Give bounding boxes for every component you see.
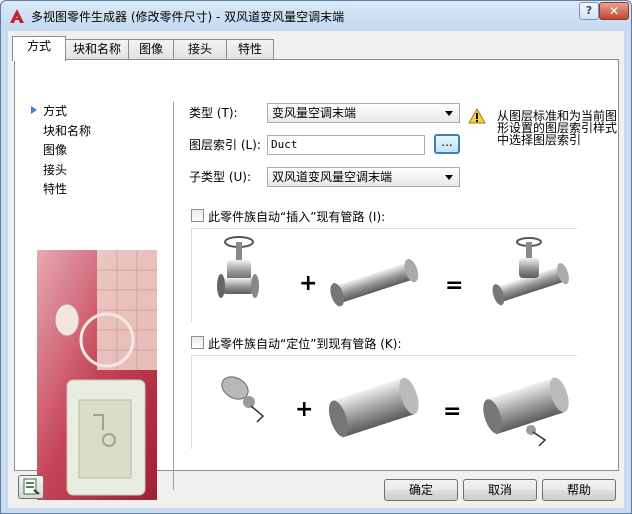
cancel-button[interactable]: 取消 — [463, 479, 537, 501]
large-pipe-icon — [328, 377, 419, 438]
window-title: 多视图零件生成器 (修改零件尺寸) - 双风道变风量空调末端 — [31, 10, 345, 24]
side-illustration — [37, 250, 157, 500]
nav-item-method[interactable]: 方式 — [43, 102, 67, 119]
equals-sign-2: = — [443, 399, 461, 424]
layer-key-field[interactable]: Duct — [267, 135, 425, 155]
insert-diagram: + = — [217, 236, 569, 307]
panel-divider — [173, 102, 174, 490]
title-bar[interactable]: 多视图零件生成器 (修改零件尺寸) - 双风道变风量空调末端 ? ✕ — [1, 1, 631, 31]
catalog-icon[interactable] — [18, 475, 44, 499]
subtype-label: 子类型 (U): — [189, 170, 252, 184]
auto-position-label: 此零件族自动“定位”到现有管路 (K): — [208, 337, 402, 351]
auto-insert-checkbox[interactable] — [191, 209, 204, 222]
layer-key-browse-button[interactable]: ... — [434, 134, 460, 154]
position-diagram: + = — [221, 376, 569, 446]
auto-insert-label: 此零件族自动“插入”现有管路 (I): — [208, 210, 386, 224]
nav-item-image[interactable]: 图像 — [43, 141, 67, 158]
chevron-down-icon — [445, 111, 453, 116]
insert-group-top — [191, 228, 577, 229]
tab-block-and-name[interactable]: 块和名称 — [65, 39, 129, 59]
chevron-down-icon — [445, 175, 453, 180]
valve-on-pipe-icon — [492, 237, 569, 306]
layer-key-warning: 从图层标准和为当前图形设置的图层索引样式中选择图层索引 — [497, 109, 618, 147]
nav-item-properties[interactable]: 特性 — [43, 180, 67, 197]
subtype-combo[interactable]: 双风道变风量空调末端 — [267, 167, 460, 187]
dialog-client: 方式 块和名称 图像 接头 特性 方式 块和名称 图像 接头 特性 类型 (T)… — [8, 31, 624, 508]
tab-properties[interactable]: 特性 — [226, 39, 274, 59]
nav-item-connectors[interactable]: 接头 — [43, 161, 67, 178]
ok-button[interactable]: 确定 — [384, 479, 458, 501]
tab-connectors[interactable]: 接头 — [173, 39, 227, 59]
position-group-left — [191, 355, 192, 449]
type-combo[interactable]: 变风量空调末端 — [267, 103, 460, 123]
pipe-icon — [330, 259, 419, 307]
sensor-on-pipe-icon — [483, 377, 569, 446]
layer-key-label: 图层索引 (L): — [189, 138, 261, 152]
sensor-icon — [221, 376, 265, 423]
type-combo-value: 变风量空调末端 — [272, 106, 357, 120]
insert-group-left — [191, 228, 192, 322]
valve-icon — [217, 236, 259, 298]
plus-sign-2: + — [295, 397, 313, 422]
help-title-button[interactable]: ? — [579, 2, 599, 20]
position-group-top — [191, 355, 577, 356]
autocad-logo-icon — [10, 9, 24, 23]
nav-item-block-and-name[interactable]: 块和名称 — [43, 122, 91, 139]
dialog-window: 多视图零件生成器 (修改零件尺寸) - 双风道变风量空调末端 ? ✕ 方式 块和… — [0, 0, 632, 514]
tab-image[interactable]: 图像 — [128, 39, 174, 59]
equals-sign-1: = — [445, 273, 463, 298]
subtype-combo-value: 双风道变风量空调末端 — [272, 170, 393, 184]
auto-position-checkbox[interactable] — [191, 336, 204, 349]
type-label: 类型 (T): — [189, 106, 238, 120]
tab-method[interactable]: 方式 — [12, 36, 66, 61]
help-button[interactable]: 帮助 — [542, 479, 616, 501]
warning-icon — [468, 108, 486, 124]
plus-sign-1: + — [299, 271, 317, 296]
tab-panel: 方式 块和名称 图像 接头 特性 类型 (T): 变风量空调末端 从图层标准和为… — [14, 59, 619, 500]
nav-selected-arrow-icon — [31, 106, 37, 114]
close-button[interactable]: ✕ — [599, 2, 629, 20]
